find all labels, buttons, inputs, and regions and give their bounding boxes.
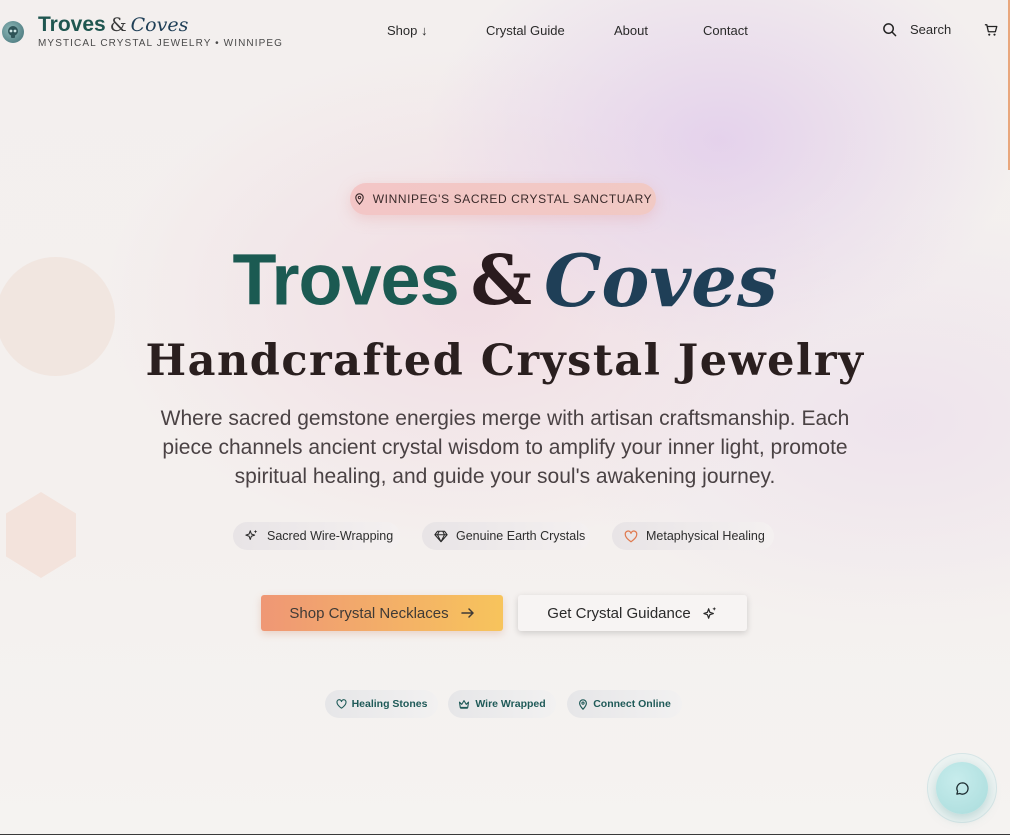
secondary-button-label: Get Crystal Guidance (547, 604, 691, 622)
badge-label: Healing Stones (351, 698, 428, 710)
crystal-skull-icon[interactable] (2, 21, 24, 43)
location-pill-label: WINNIPEG'S SACRED CRYSTAL SANCTUARY (372, 192, 653, 206)
badge-connect-online: Connect Online (567, 690, 682, 718)
nav-contact[interactable]: Contact (703, 23, 748, 38)
brand-tagline: MYSTICAL CRYSTAL JEWELRY • WINNIPEG (38, 38, 284, 49)
badge-healing-stones: Healing Stones (325, 690, 438, 718)
badge-label: Connect Online (593, 698, 671, 710)
brand-troves: Troves (38, 13, 106, 36)
map-pin-icon (578, 698, 588, 710)
chat-button-inner[interactable] (936, 762, 988, 814)
search-button[interactable]: Search (882, 22, 951, 37)
site-header: Troves & Coves MYSTICAL CRYSTAL JEWELRY • … (0, 0, 1010, 62)
hero-title-coves: Coves (544, 238, 778, 323)
feature-label: Sacred Wire-Wrapping (267, 529, 394, 543)
hero-title-troves: Troves (232, 240, 459, 321)
heart-icon (624, 529, 638, 543)
hero-subtitle: Handcrafted Crystal Jewelry (145, 336, 865, 386)
search-label: Search (910, 22, 952, 37)
feature-metaphysical-healing: Metaphysical Healing (612, 522, 774, 550)
badge-wire-wrapped: Wire Wrapped (448, 690, 556, 718)
sparkles-icon (703, 606, 718, 621)
chat-bubble-icon (955, 781, 970, 796)
hero-description: Where sacred gemstone energies merge wit… (160, 407, 850, 488)
crown-icon (458, 699, 470, 709)
hero-title: Troves & Coves (0, 238, 1010, 338)
heart-icon (336, 699, 347, 709)
brand-logo[interactable]: Troves & Coves (38, 13, 188, 37)
nav-about[interactable]: About (614, 23, 648, 38)
cart-icon[interactable] (984, 23, 1000, 39)
shop-crystal-necklaces-button[interactable]: Shop Crystal Necklaces (261, 595, 503, 631)
chat-button[interactable] (927, 753, 997, 823)
nav-crystal-guide[interactable]: Crystal Guide (486, 23, 565, 38)
primary-button-label: Shop Crystal Necklaces (289, 604, 449, 622)
get-crystal-guidance-button[interactable]: Get Crystal Guidance (518, 595, 747, 631)
feature-wire-wrapping: Sacred Wire-Wrapping (233, 522, 400, 550)
brand-coves: Coves (130, 14, 189, 36)
hero-section: WINNIPEG'S SACRED CRYSTAL SANCTUARY Trov… (0, 0, 1010, 835)
nav-shop[interactable]: Shop ↓ (387, 23, 427, 38)
feature-label: Genuine Earth Crystals (456, 529, 586, 543)
brand-ampersand: & (109, 14, 127, 36)
feature-earth-crystals: Genuine Earth Crystals (422, 522, 590, 550)
gem-icon (434, 530, 448, 543)
feature-label: Metaphysical Healing (646, 529, 765, 543)
badge-label: Wire Wrapped (475, 698, 546, 710)
location-pill: WINNIPEG'S SACRED CRYSTAL SANCTUARY (350, 183, 656, 215)
hero-title-ampersand: & (470, 240, 533, 321)
arrow-right-icon (460, 607, 475, 619)
search-icon (882, 22, 897, 37)
sparkles-icon (245, 529, 259, 543)
map-pin-icon (354, 193, 365, 205)
